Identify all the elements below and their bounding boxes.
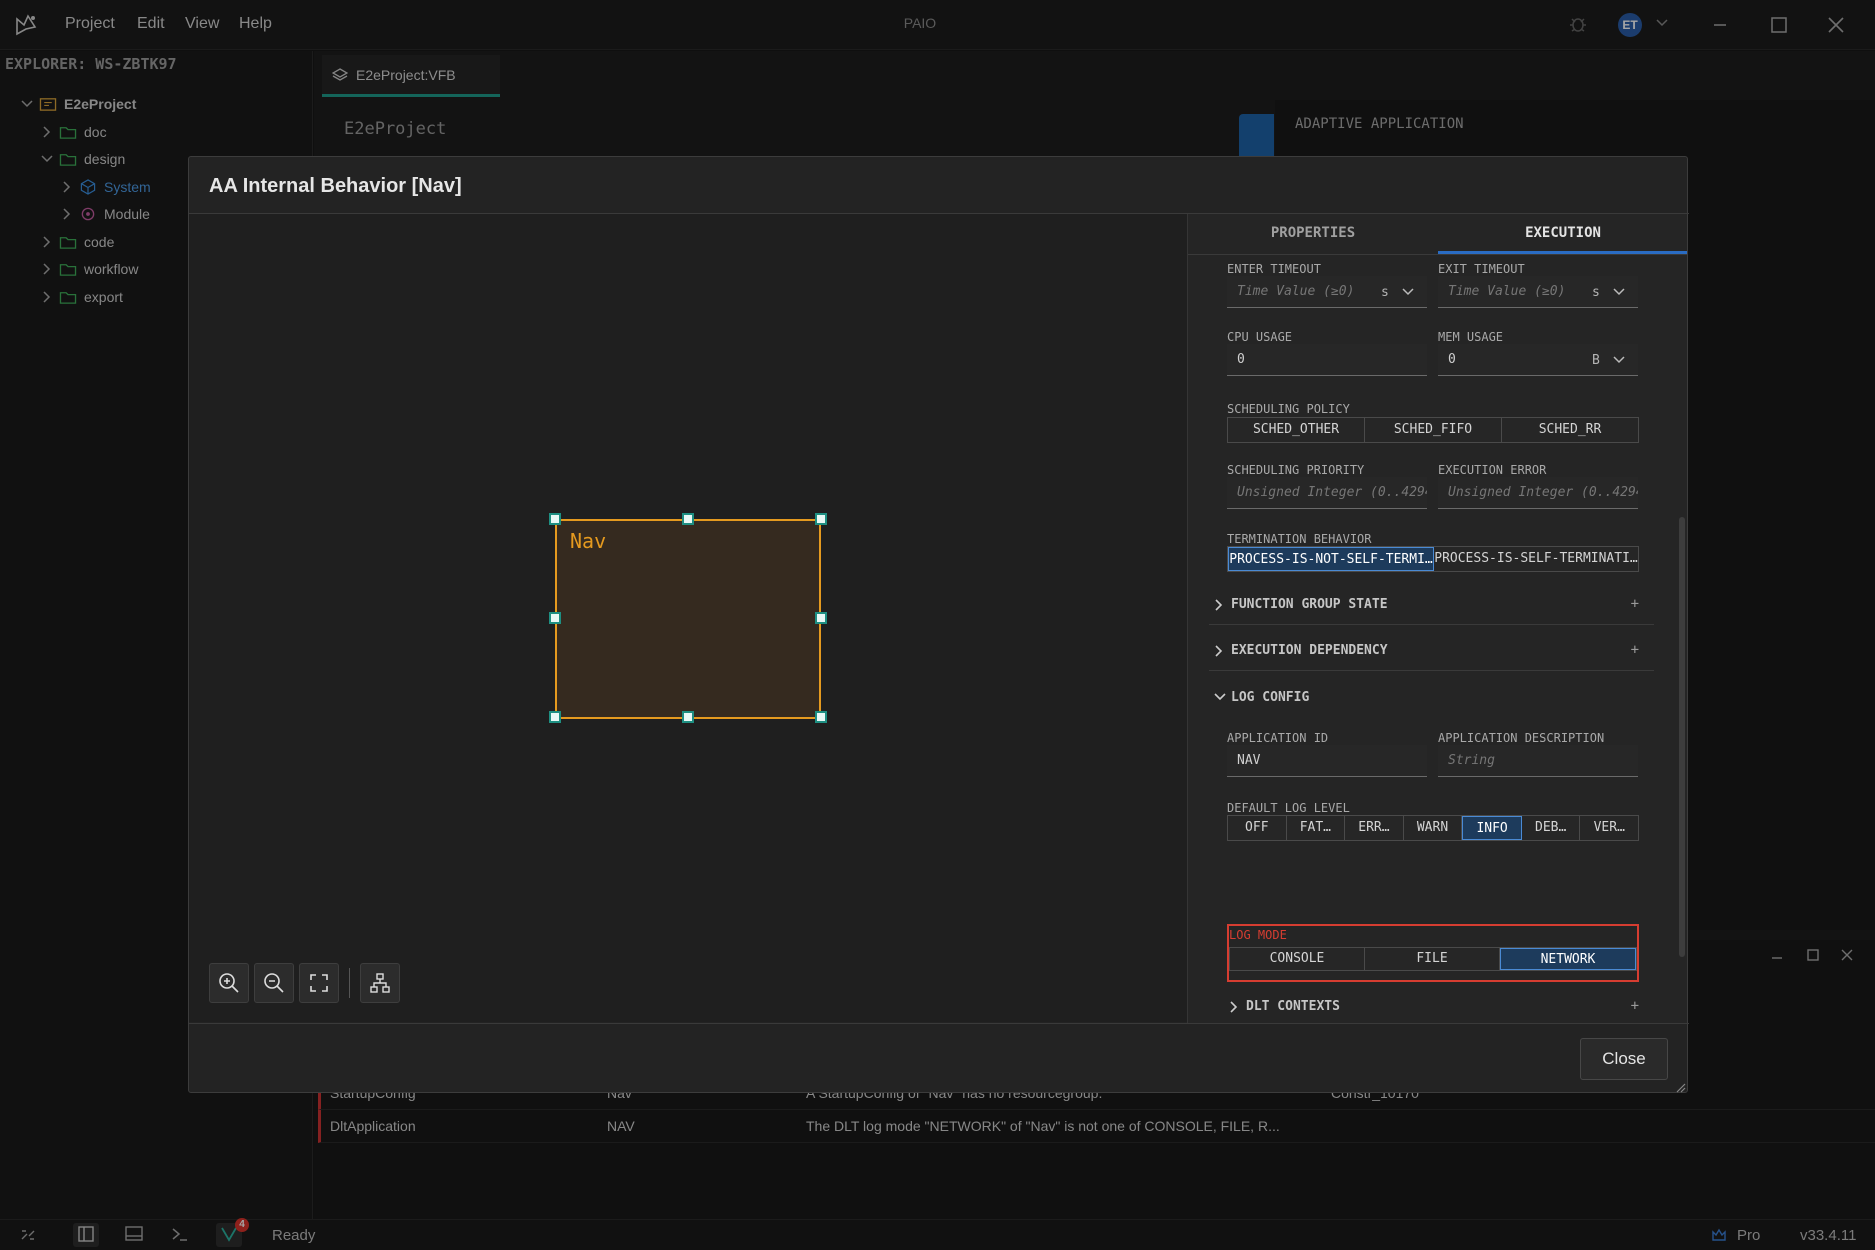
option-not-self-terminating[interactable]: PROCESS-IS-NOT-SELF-TERMI… [1228, 547, 1434, 571]
scheduling-policy-label: SCHEDULING POLICY [1227, 402, 1350, 416]
section-function-group-state[interactable]: FUNCTION GROUP STATE + [1209, 585, 1654, 625]
mem-usage-input[interactable]: 0 [1438, 344, 1638, 376]
termination-behavior-selector: PROCESS-IS-NOT-SELF-TERMI… PROCESS-IS-SE… [1227, 546, 1639, 572]
option-self-terminating[interactable]: PROCESS-IS-SELF-TERMINATI… [1434, 547, 1638, 571]
tab-execution[interactable]: EXECUTION [1438, 214, 1687, 254]
section-dlt-contexts[interactable]: DLT CONTEXTS + [1224, 987, 1654, 1023]
exit-timeout-unit[interactable]: s [1592, 285, 1600, 300]
chevron-down-icon[interactable] [1613, 287, 1625, 297]
cpu-usage-input[interactable]: 0 [1227, 344, 1427, 376]
chevron-down-icon[interactable] [1613, 355, 1625, 365]
toolbar-separator [349, 968, 350, 998]
exit-timeout-input[interactable]: Time Value (≥0) [1438, 276, 1638, 308]
add-icon[interactable]: + [1631, 642, 1639, 658]
resize-handle[interactable] [815, 513, 827, 525]
resize-grip-icon[interactable] [1676, 1083, 1686, 1093]
option-sched-rr[interactable]: SCHED_RR [1502, 418, 1638, 442]
option-off[interactable]: OFF [1228, 816, 1287, 840]
auto-layout-button[interactable] [360, 963, 400, 1003]
option-warn[interactable]: WARN [1404, 816, 1463, 840]
dialog-title: AA Internal Behavior [Nav] [209, 175, 462, 197]
application-description-input[interactable]: String [1438, 745, 1638, 777]
enter-timeout-label: ENTER TIMEOUT [1227, 262, 1321, 276]
resize-handle[interactable] [682, 711, 694, 723]
application-description-label: APPLICATION DESCRIPTION [1438, 731, 1605, 745]
resize-handle[interactable] [682, 513, 694, 525]
termination-behavior-label: TERMINATION BEHAVIOR [1227, 532, 1372, 546]
close-button[interactable]: Close [1580, 1038, 1668, 1080]
option-sched-other[interactable]: SCHED_OTHER [1228, 418, 1365, 442]
resize-handle[interactable] [549, 513, 561, 525]
option-error[interactable]: ERR… [1345, 816, 1404, 840]
exit-timeout-label: EXIT TIMEOUT [1438, 262, 1525, 276]
section-title: FUNCTION GROUP STATE [1231, 597, 1388, 612]
scheduling-priority-label: SCHEDULING PRIORITY [1227, 463, 1365, 477]
resize-handle[interactable] [815, 612, 827, 624]
divider [1188, 254, 1687, 255]
chevron-down-icon [1214, 693, 1226, 701]
enter-timeout-unit[interactable]: s [1381, 285, 1389, 300]
log-mode-label: LOG MODE [1229, 928, 1287, 942]
section-title: LOG CONFIG [1231, 690, 1310, 705]
option-verbose[interactable]: VER… [1580, 816, 1638, 840]
application-id-label: APPLICATION ID [1227, 731, 1329, 745]
option-console[interactable]: CONSOLE [1230, 948, 1365, 970]
section-log-config[interactable]: LOG CONFIG [1209, 678, 1654, 718]
zoom-out-icon [264, 973, 284, 993]
option-file[interactable]: FILE [1365, 948, 1500, 970]
option-fatal[interactable]: FAT… [1287, 816, 1346, 840]
enter-timeout-input[interactable]: Time Value (≥0) [1227, 276, 1427, 308]
chevron-right-icon [1230, 1001, 1238, 1013]
chevron-right-icon [1215, 645, 1223, 657]
application-id-input[interactable]: NAV [1227, 745, 1427, 777]
add-icon[interactable]: + [1631, 998, 1639, 1014]
option-sched-fifo[interactable]: SCHED_FIFO [1365, 418, 1502, 442]
chevron-right-icon [1215, 599, 1223, 611]
execution-error-input[interactable]: Unsigned Integer (0..42949 [1438, 477, 1638, 509]
canvas-toolbar [209, 963, 405, 1005]
default-log-level-label: DEFAULT LOG LEVEL [1227, 801, 1350, 815]
section-title: DLT CONTEXTS [1246, 999, 1340, 1014]
resize-handle[interactable] [549, 711, 561, 723]
fullscreen-icon [310, 974, 328, 992]
chevron-down-icon[interactable] [1402, 287, 1414, 297]
zoom-in-button[interactable] [209, 963, 249, 1003]
cpu-usage-label: CPU USAGE [1227, 330, 1293, 344]
divider [189, 1023, 1689, 1024]
properties-pane: PROPERTIES EXECUTION ENTER TIMEOUT Time … [1187, 214, 1687, 1023]
section-execution-dependency[interactable]: EXECUTION DEPENDENCY + [1209, 631, 1654, 671]
fit-view-button[interactable] [299, 963, 339, 1003]
default-log-level-selector: OFF FAT… ERR… WARN INFO DEB… VER… [1227, 815, 1639, 841]
tab-properties[interactable]: PROPERTIES [1188, 214, 1438, 254]
behavior-node[interactable]: Nav [555, 519, 821, 719]
section-title: EXECUTION DEPENDENCY [1231, 643, 1388, 658]
zoom-in-icon [219, 973, 239, 993]
scheduling-policy-selector: SCHED_OTHER SCHED_FIFO SCHED_RR [1227, 417, 1639, 443]
zoom-out-button[interactable] [254, 963, 294, 1003]
scrollbar[interactable] [1679, 517, 1685, 957]
option-network[interactable]: NETWORK [1500, 948, 1636, 970]
option-debug[interactable]: DEB… [1522, 816, 1581, 840]
add-icon[interactable]: + [1631, 596, 1639, 612]
execution-error-label: EXECUTION ERROR [1438, 463, 1547, 477]
resize-handle[interactable] [815, 711, 827, 723]
hierarchy-icon [370, 973, 390, 993]
option-info[interactable]: INFO [1462, 816, 1522, 840]
mem-usage-unit[interactable]: B [1592, 353, 1600, 368]
scheduling-priority-input[interactable]: Unsigned Integer (0..42949 [1227, 477, 1427, 509]
log-mode-selector: CONSOLE FILE NETWORK [1229, 947, 1637, 971]
resize-handle[interactable] [549, 612, 561, 624]
mem-usage-label: MEM USAGE [1438, 330, 1504, 344]
node-label: Nav [570, 529, 607, 553]
internal-behavior-dialog: AA Internal Behavior [Nav] Nav Close PRO… [188, 156, 1689, 1093]
diagram-canvas[interactable]: Nav [189, 214, 1187, 1022]
